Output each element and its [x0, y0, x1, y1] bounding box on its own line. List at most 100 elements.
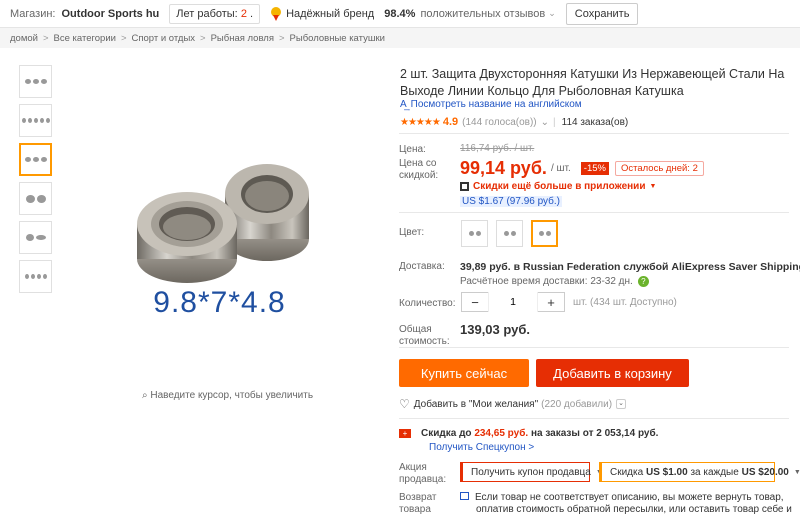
wishlist-link[interactable]: ♡ Добавить в "Мои желания" (220 добавили… — [399, 397, 627, 411]
plus-button[interactable]: + — [538, 294, 564, 310]
zoom-hint: ⌕ Наведите курсор, чтобы увеличить — [142, 390, 313, 401]
return-icon — [460, 492, 469, 500]
color-options — [461, 220, 566, 247]
seller-coupon-button[interactable]: Получить купон продавца ▼ — [460, 462, 603, 482]
breadcrumb-item[interactable]: Рыбная ловля — [211, 33, 274, 44]
return-label: Возврат товара — [399, 492, 437, 515]
rating-row: ★★★★★ 4.9 (144 голоса(ов)) ⌄ | 114 заказ… — [400, 116, 629, 128]
chevron-right-icon: > — [200, 32, 206, 44]
store-discount-mid: за каждые — [690, 466, 739, 478]
discount-price-row: 99,14 руб. / шт. -15% Осталось дней: 2 — [460, 158, 704, 179]
store-header: Магазин: Outdoor Sports hu Лет работы: 2… — [0, 0, 800, 28]
product-title: 2 шт. Защита Двухсторонняя Катушки Из Не… — [400, 67, 785, 98]
quantity-input[interactable] — [488, 292, 538, 312]
breadcrumb-item[interactable]: домой — [10, 33, 38, 44]
store-discount-button[interactable]: Скидка US $1.00 за каждые US $20.00 ▼ — [599, 462, 800, 482]
english-title-link[interactable]: A͢ Посмотреть название на английском — [400, 99, 582, 110]
buy-now-button[interactable]: Купить сейчас — [399, 359, 529, 387]
app-discount-link[interactable]: Скидки ещё больше в приложении ▼ — [460, 181, 656, 192]
chevron-down-icon[interactable]: ⌄ — [548, 8, 556, 19]
help-icon[interactable]: ? — [637, 276, 649, 287]
color-option-selected[interactable] — [531, 220, 558, 247]
thumbnail[interactable] — [19, 221, 52, 254]
save-store-button[interactable]: Сохранить — [565, 2, 639, 25]
discount-price: 99,14 руб. — [460, 158, 547, 178]
price-unit: / шт. — [550, 163, 571, 174]
chevron-right-icon: > — [278, 32, 285, 44]
usd-price-text: US $1.67 (97.96 руб.) — [460, 196, 563, 207]
feedback-label[interactable]: положительных отзывов — [420, 8, 545, 20]
price-row: Цена: — [399, 143, 426, 155]
store-name[interactable]: Outdoor Sports hu — [62, 8, 160, 20]
store-discount-value: US $1.00 — [645, 466, 688, 478]
thumbnail-active[interactable] — [19, 143, 52, 176]
caret-down-icon: ▼ — [649, 183, 657, 190]
store-discount-threshold: US $20.00 — [741, 466, 789, 478]
product-main-image[interactable]: 9.8*7*4.8 — [62, 64, 377, 386]
return-text-line2: оплатив стоимость обратной пересылки, ил… — [476, 504, 792, 515]
color-option[interactable] — [461, 220, 488, 247]
add-to-cart-button[interactable]: Добавить в корзину — [536, 359, 689, 387]
total-label-line1: Общая — [399, 324, 432, 335]
return-label-line1: Возврат — [399, 492, 437, 503]
special-coupon-link[interactable]: Получить Спецкупон > — [429, 442, 534, 453]
feedback-percent: 98.4% — [384, 7, 416, 20]
votes-count[interactable]: (144 голоса(ов)) — [462, 117, 537, 128]
store-discount-prefix: Скидка — [610, 466, 644, 478]
qr-code-icon — [460, 182, 469, 191]
breadcrumb: домой > Все категории > Спорт и отдых > Рыб… — [0, 28, 800, 48]
app-discount-text[interactable]: Скидки ещё больше в приложении — [473, 181, 645, 192]
total-price: 139,03 руб. — [460, 322, 531, 337]
thumbnail[interactable] — [19, 182, 52, 215]
old-price: 116,74 руб. / шт. — [460, 143, 535, 154]
years-value: 2 — [240, 7, 247, 20]
size-label: 9.8*7*4.8 — [153, 286, 286, 319]
return-text-line1: Если товар не соответствует описанию, вы… — [475, 492, 784, 503]
return-policy: Если товар не соответствует описанию, вы… — [460, 492, 792, 515]
rating-value: 4.9 — [442, 116, 459, 128]
wishlist-count: (220 добавили) — [541, 398, 613, 410]
trusted-brand-badge: Надёжный бренд — [270, 6, 374, 21]
quantity-stepper: − + — [461, 292, 565, 312]
color-option[interactable] — [496, 220, 523, 247]
breadcrumb-item[interactable]: Спорт и отдых — [132, 33, 196, 44]
discount-badge: -15% — [580, 162, 609, 175]
available-count: шт. (434 шт. Доступно) — [573, 296, 677, 308]
discount-suffix: на заказы от 2 053,14 руб. — [530, 428, 659, 439]
years-label: Лет работы: — [176, 7, 238, 20]
caret-down-icon: ▼ — [793, 468, 800, 476]
discount-price-label-line1: Цена со — [399, 158, 437, 169]
magnifier-icon: ⌕ — [142, 390, 148, 401]
seller-promo-label-line2: продавца: — [399, 474, 447, 485]
quantity-label: Количество: — [399, 298, 456, 309]
thumbnail[interactable] — [19, 65, 52, 98]
shipping-option[interactable]: 39,89 руб. в Russian Federation службой … — [460, 261, 800, 273]
heart-icon: ♡ — [399, 397, 410, 411]
chevron-right-icon: > — [120, 32, 127, 44]
return-label-line2: товара — [399, 504, 431, 515]
thumbnail-list — [19, 65, 53, 299]
years-suffix: . — [250, 7, 254, 20]
star-icon: ★★★★★ — [400, 116, 441, 128]
color-label: Цвет: — [399, 227, 425, 238]
delivery-eta-text: Расчётное время доставки: 23-32 дн. — [460, 276, 633, 287]
chevron-right-icon: > — [42, 32, 49, 44]
breadcrumb-item[interactable]: Рыболовные катушки — [290, 33, 385, 44]
usd-price: US $1.67 (97.96 руб.) — [460, 195, 563, 207]
chevron-down-icon[interactable]: ⌄ — [541, 117, 549, 128]
translate-icon: A͢ — [400, 99, 407, 110]
chevron-down-icon[interactable]: ⌄ — [616, 399, 627, 409]
discount-value: 234,65 руб. — [474, 428, 529, 439]
orders-count: 114 заказа(ов) — [561, 116, 629, 128]
minus-button[interactable]: − — [462, 294, 488, 310]
thumbnail[interactable] — [19, 104, 52, 137]
wishlist-text[interactable]: Добавить в "Мои желания" — [414, 399, 538, 410]
thumbnail[interactable] — [19, 260, 52, 293]
discount-price-label-line2: скидкой: — [399, 170, 439, 181]
breadcrumb-item[interactable]: Все категории — [54, 33, 116, 44]
quantity-row: − + шт. (434 шт. Доступно) — [461, 292, 677, 312]
english-title-text[interactable]: Посмотреть название на английском — [411, 99, 582, 110]
store-label: Магазин: — [10, 7, 56, 20]
seller-coupon-text: Получить купон продавца — [471, 466, 591, 478]
discount-price-label: Цена со скидкой: — [399, 158, 438, 182]
